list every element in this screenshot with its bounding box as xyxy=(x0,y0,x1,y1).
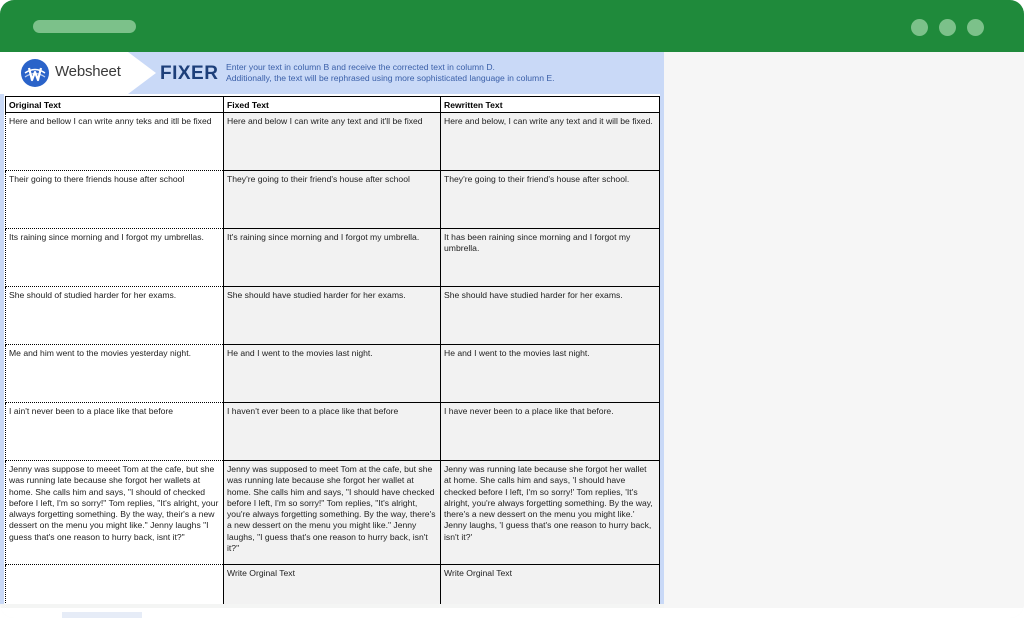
fixed-text-cell[interactable]: I haven't ever been to a place like that… xyxy=(223,402,441,461)
rewritten-text-cell[interactable]: It has been raining since morning and I … xyxy=(440,228,660,287)
title-bar xyxy=(0,0,1024,52)
column-header-original[interactable]: Original Text xyxy=(5,96,224,113)
original-text-cell[interactable]: I ain't never been to a place like that … xyxy=(5,402,224,461)
rewritten-text-cell[interactable]: She should have studied harder for her e… xyxy=(440,286,660,345)
table-row: I ain't never been to a place like that … xyxy=(5,402,660,461)
address-bar-placeholder[interactable] xyxy=(33,20,136,33)
column-header-rewritten[interactable]: Rewritten Text xyxy=(440,96,660,113)
table-row: Me and him went to the movies yesterday … xyxy=(5,344,660,403)
table-row: Jenny was suppose to meeet Tom at the ca… xyxy=(5,460,660,565)
instruction-line-2: Additionally, the text will be rephrased… xyxy=(226,73,555,83)
original-text-cell[interactable]: Me and him went to the movies yesterday … xyxy=(5,344,224,403)
page-title: FIXER xyxy=(160,63,219,84)
fixed-text-cell[interactable]: It's raining since morning and I forgot … xyxy=(223,228,441,287)
sheet-tab[interactable] xyxy=(62,612,142,618)
fixed-text-cell[interactable]: Here and below I can write any text and … xyxy=(223,112,441,171)
table-row: Its raining since morning and I forgot m… xyxy=(5,228,660,287)
sheet-grid: Original Text Fixed Text Rewritten Text … xyxy=(4,94,660,604)
original-text-cell[interactable]: Here and bellow I can write anny teks an… xyxy=(5,112,224,171)
empty-canvas-area xyxy=(664,52,1024,608)
table-row: Write Orginal Text Write Orginal Text xyxy=(5,564,660,604)
banner: Websheet FIXER Enter your text in column… xyxy=(0,52,664,94)
spreadsheet: Websheet FIXER Enter your text in column… xyxy=(0,52,664,604)
data-table: Original Text Fixed Text Rewritten Text … xyxy=(5,96,660,604)
rewritten-text-cell[interactable]: I have never been to a place like that b… xyxy=(440,402,660,461)
websheet-logo-icon xyxy=(21,59,49,87)
fixed-text-cell[interactable]: He and I went to the movies last night. xyxy=(223,344,441,403)
original-text-cell[interactable]: Jenny was suppose to meeet Tom at the ca… xyxy=(5,460,224,565)
header-row: Original Text Fixed Text Rewritten Text xyxy=(5,96,660,113)
original-text-cell[interactable]: Its raining since morning and I forgot m… xyxy=(5,228,224,287)
fixed-text-cell[interactable]: She should have studied harder for her e… xyxy=(223,286,441,345)
column-header-fixed[interactable]: Fixed Text xyxy=(223,96,441,113)
window-control-dot[interactable] xyxy=(911,19,928,36)
browser-window: Websheet FIXER Enter your text in column… xyxy=(0,0,1024,618)
instruction-line-1: Enter your text in column B and receive … xyxy=(226,62,495,72)
window-control-dot[interactable] xyxy=(939,19,956,36)
original-text-cell[interactable] xyxy=(5,564,224,604)
original-text-cell[interactable]: Their going to there friends house after… xyxy=(5,170,224,229)
fixed-text-cell[interactable]: They're going to their friend's house af… xyxy=(223,170,441,229)
instructions: Enter your text in column B and receive … xyxy=(226,62,656,84)
rewritten-text-cell[interactable]: Write Orginal Text xyxy=(440,564,660,604)
rewritten-text-cell[interactable]: They're going to their friend's house af… xyxy=(440,170,660,229)
bottom-strip xyxy=(0,608,1024,618)
table-row: She should of studied harder for her exa… xyxy=(5,286,660,345)
rewritten-text-cell[interactable]: He and I went to the movies last night. xyxy=(440,344,660,403)
rewritten-text-cell[interactable]: Here and below, I can write any text and… xyxy=(440,112,660,171)
rewritten-text-cell[interactable]: Jenny was running late because she forgo… xyxy=(440,460,660,565)
original-text-cell[interactable]: She should of studied harder for her exa… xyxy=(5,286,224,345)
fixed-text-cell[interactable]: Write Orginal Text xyxy=(223,564,441,604)
logo-badge: Websheet xyxy=(0,52,156,94)
fixed-text-cell[interactable]: Jenny was supposed to meet Tom at the ca… xyxy=(223,460,441,565)
logo-text: Websheet xyxy=(55,63,121,80)
table-row: Their going to there friends house after… xyxy=(5,170,660,229)
window-control-dot[interactable] xyxy=(967,19,984,36)
table-row: Here and bellow I can write anny teks an… xyxy=(5,112,660,171)
